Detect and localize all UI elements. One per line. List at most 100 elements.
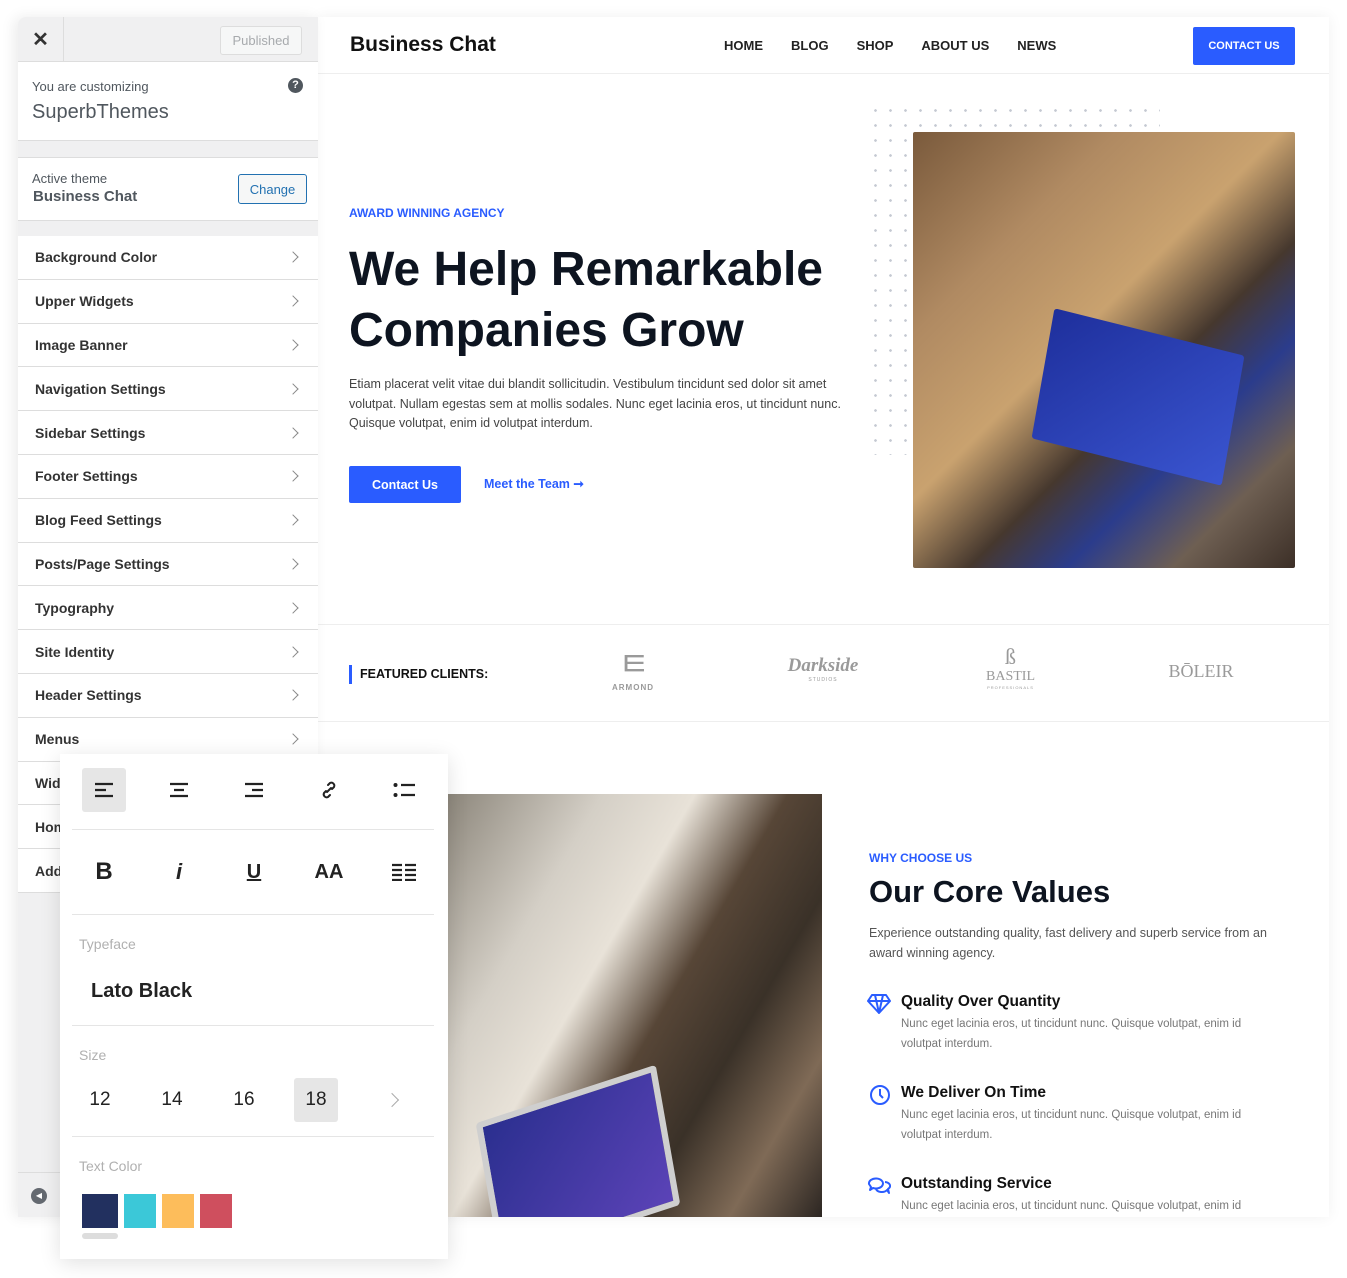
- nav-news[interactable]: NEWS: [1017, 38, 1056, 53]
- customizer-menu-item[interactable]: Footer Settings: [18, 454, 318, 499]
- publish-button[interactable]: Published: [220, 26, 302, 55]
- customizer-menu-item[interactable]: Posts/Page Settings: [18, 542, 318, 587]
- typeface-label: Typeface: [79, 936, 136, 952]
- laptop-screen: [1031, 308, 1245, 486]
- color-swatches: [82, 1194, 232, 1228]
- chevron-right-icon: [287, 295, 299, 307]
- color-swatch[interactable]: [82, 1194, 118, 1228]
- menu-item-label: Site Identity: [35, 643, 115, 660]
- typeface-select[interactable]: Lato Black: [91, 980, 192, 1003]
- divider: [72, 1136, 434, 1137]
- hero-eyebrow: AWARD WINNING AGENCY: [349, 206, 505, 220]
- align-center-button[interactable]: [157, 768, 201, 812]
- site-name: SuperbThemes: [32, 101, 169, 123]
- nav-home[interactable]: HOME: [724, 38, 763, 53]
- align-left-button[interactable]: [82, 768, 126, 812]
- chevron-right-icon: [287, 426, 299, 439]
- client-logo-boleir: BŌLEIR: [1168, 661, 1234, 681]
- menu-item-label: Footer Settings: [35, 468, 138, 485]
- armond-label: ARMOND: [612, 683, 654, 692]
- nav-blog[interactable]: BLOG: [791, 38, 829, 53]
- align-right-button[interactable]: [232, 768, 276, 812]
- arrow-right-icon: ➞: [573, 477, 584, 491]
- color-swatch[interactable]: [162, 1194, 194, 1228]
- size-option-18[interactable]: 18: [294, 1078, 338, 1122]
- active-theme-name: Business Chat: [33, 188, 138, 205]
- chevron-right-icon: [287, 339, 299, 351]
- values-eyebrow: WHY CHOOSE US: [869, 851, 973, 865]
- text-case-button[interactable]: AA: [307, 850, 351, 894]
- help-icon[interactable]: ?: [288, 78, 303, 93]
- color-swatch[interactable]: [200, 1194, 232, 1228]
- menu-item-label: Blog Feed Settings: [35, 512, 162, 529]
- underline-button[interactable]: U: [232, 850, 276, 894]
- menu-item-label: Menus: [35, 731, 80, 748]
- size-option-12[interactable]: 12: [78, 1078, 122, 1122]
- contact-us-nav-button[interactable]: CONTACT US: [1193, 27, 1295, 65]
- featured-clients: FEATURED CLIENTS: ㅌ ARMOND Darkside STUD…: [318, 624, 1329, 722]
- menu-item-label: Navigation Settings: [35, 380, 166, 397]
- chevron-right-icon[interactable]: [384, 1092, 400, 1108]
- italic-button[interactable]: i: [157, 850, 201, 894]
- customizer-menu-item[interactable]: Upper Widgets: [18, 279, 318, 324]
- align-right-icon: [245, 782, 263, 798]
- armond-mark-icon: ㅌ: [618, 645, 649, 685]
- size-option-16[interactable]: 16: [222, 1078, 266, 1122]
- bastil-mark-icon: ß: [1005, 644, 1016, 669]
- change-theme-button[interactable]: Change: [238, 174, 307, 204]
- value-title: Quality Over Quantity: [901, 993, 1061, 1010]
- size-option-14[interactable]: 14: [150, 1078, 194, 1122]
- menu-item-label: Typography: [35, 599, 115, 616]
- divider: [72, 914, 434, 915]
- bold-button[interactable]: B: [82, 850, 126, 894]
- link-button[interactable]: [307, 768, 351, 812]
- customizer-menu-item[interactable]: Background Color: [18, 236, 318, 280]
- menu-item-label: Background Color: [35, 249, 158, 266]
- site-preview: Business Chat HOME BLOG SHOP ABOUT US NE…: [318, 17, 1329, 1217]
- meet-team-link[interactable]: Meet the Team ➞: [484, 476, 584, 491]
- close-customizer-button[interactable]: ✕: [18, 17, 64, 61]
- value-title: We Deliver On Time: [901, 1084, 1047, 1101]
- divider: [72, 1025, 434, 1026]
- justify-icon: [392, 863, 416, 881]
- align-left-icon: [95, 782, 113, 798]
- customizer-menu-item[interactable]: Site Identity: [18, 630, 318, 674]
- menu-item-label: Posts/Page Settings: [35, 555, 170, 572]
- laptop-screen: [475, 1064, 681, 1217]
- customizer-menu-item[interactable]: Typography: [18, 586, 318, 631]
- align-center-icon: [170, 782, 188, 798]
- justify-button[interactable]: [382, 850, 426, 894]
- value-text: Nunc eget lacinia eros, ut tincidunt nun…: [901, 1018, 1242, 1050]
- color-swatch[interactable]: [124, 1194, 156, 1228]
- site-brand[interactable]: Business Chat: [350, 33, 496, 57]
- collapse-icon[interactable]: ◀: [31, 1188, 47, 1204]
- menu-item-label: Upper Widgets: [35, 293, 134, 310]
- chevron-right-icon: [287, 470, 299, 483]
- customizer-menu-item[interactable]: Blog Feed Settings: [18, 498, 318, 543]
- darkside-sub: STUDIOS: [808, 677, 838, 683]
- customizer-menu-item[interactable]: Sidebar Settings: [18, 411, 318, 455]
- value-title: Outstanding Service: [901, 1175, 1052, 1192]
- value-text: Nunc eget lacinia eros, ut tincidunt nun…: [901, 1200, 1242, 1212]
- customizer-menu-item[interactable]: Image Banner: [18, 323, 318, 368]
- list-button[interactable]: [382, 768, 426, 812]
- values-intro: Experience outstanding quality, fast del…: [869, 926, 1267, 960]
- nav-about[interactable]: ABOUT US: [921, 38, 989, 53]
- value-text: Nunc eget lacinia eros, ut tincidunt nun…: [901, 1109, 1242, 1141]
- clock-icon: [870, 1085, 890, 1105]
- diamond-icon: [867, 994, 891, 1014]
- selected-color-indicator: [82, 1233, 118, 1239]
- bastil-label: BASTIL: [986, 669, 1035, 684]
- contact-us-button[interactable]: Contact Us: [349, 466, 461, 503]
- close-icon: ✕: [32, 28, 49, 51]
- menu-item-label: Image Banner: [35, 336, 128, 353]
- chevron-right-icon: [287, 251, 299, 264]
- value-item: Outstanding Service Nunc eget lacinia er…: [867, 1175, 1241, 1212]
- darkside-label: Darkside: [787, 655, 859, 676]
- active-theme-section: Active theme Business Chat Change: [18, 157, 318, 221]
- chevron-right-icon: [287, 689, 299, 702]
- menu-item-label: Sidebar Settings: [35, 424, 146, 441]
- nav-shop[interactable]: SHOP: [857, 38, 894, 53]
- customizer-menu-item[interactable]: Navigation Settings: [18, 367, 318, 412]
- customizer-menu-item[interactable]: Header Settings: [18, 673, 318, 718]
